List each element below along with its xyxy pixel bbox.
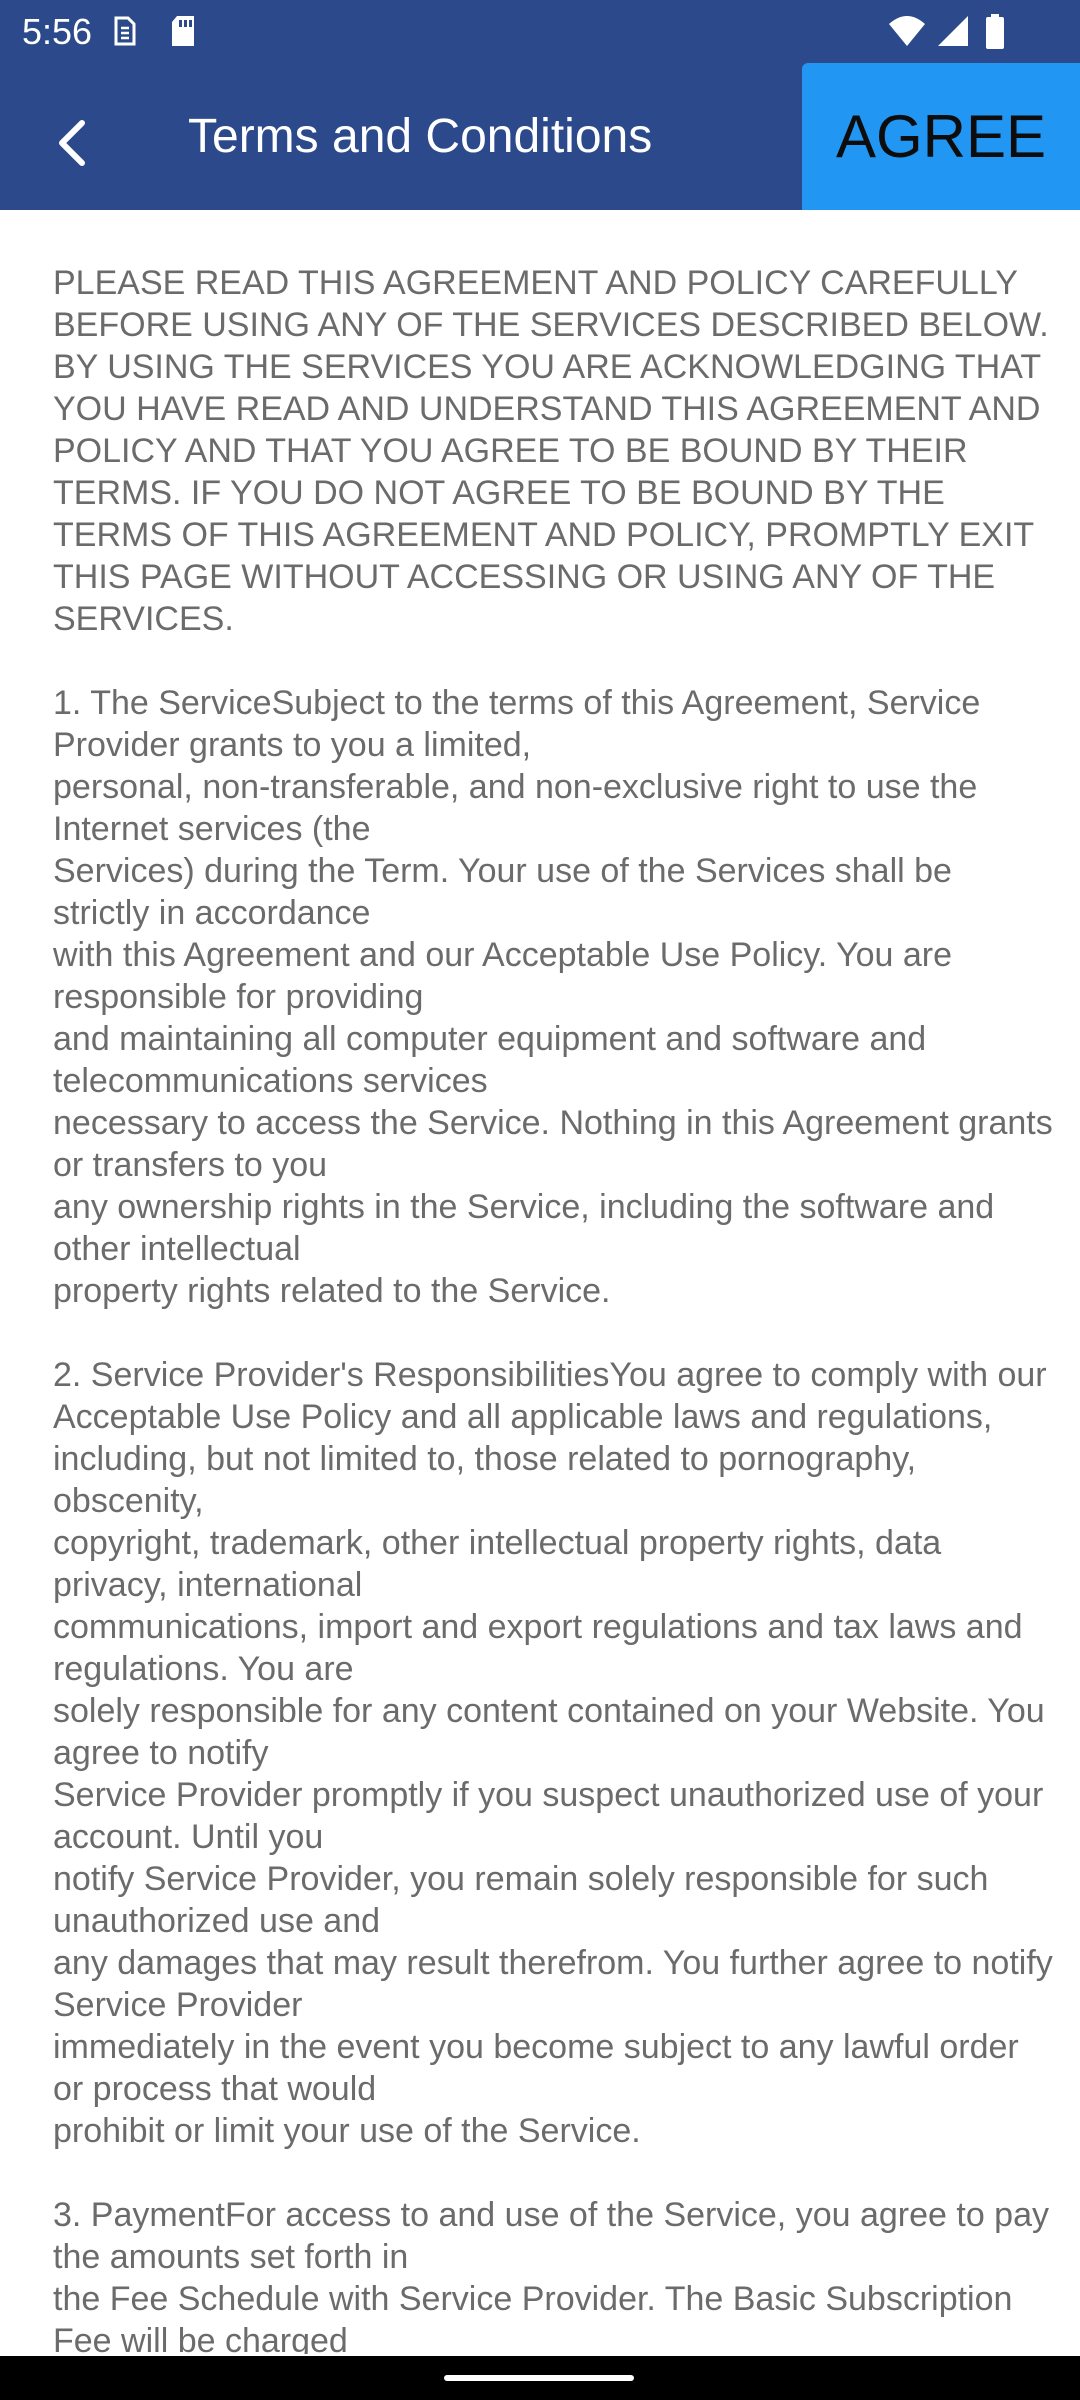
home-indicator[interactable] xyxy=(444,2375,634,2381)
terms-intro: PLEASE READ THIS AGREEMENT AND POLICY CA… xyxy=(53,264,1049,638)
app-bar: Terms and Conditions AGREE xyxy=(0,63,1080,210)
agree-button[interactable]: AGREE xyxy=(802,63,1080,210)
terms-section-2: 2. Service Provider's ResponsibilitiesYo… xyxy=(53,1356,1053,2150)
terms-content[interactable]: PLEASE READ THIS AGREEMENT AND POLICY CA… xyxy=(53,262,1053,2354)
sd-card-icon xyxy=(168,14,198,53)
battery-icon xyxy=(984,14,1006,55)
terms-section-3: 3. PaymentFor access to and use of the S… xyxy=(53,2196,1049,2354)
navigation-bar xyxy=(0,2356,1080,2400)
status-time: 5:56 xyxy=(22,11,93,52)
signal-icon xyxy=(936,14,970,53)
terms-section-1: 1. The ServiceSubject to the terms of th… xyxy=(53,684,1053,1310)
wifi-icon xyxy=(888,14,926,53)
sim-icon xyxy=(110,14,140,53)
chevron-left-icon xyxy=(59,120,85,166)
back-button[interactable] xyxy=(32,103,112,183)
page-title: Terms and Conditions xyxy=(188,110,653,163)
status-bar: 5:56 xyxy=(0,0,1080,63)
terms-screen: 5:56 Terms and Conditions AGREE PLEASE R… xyxy=(0,0,1080,2400)
